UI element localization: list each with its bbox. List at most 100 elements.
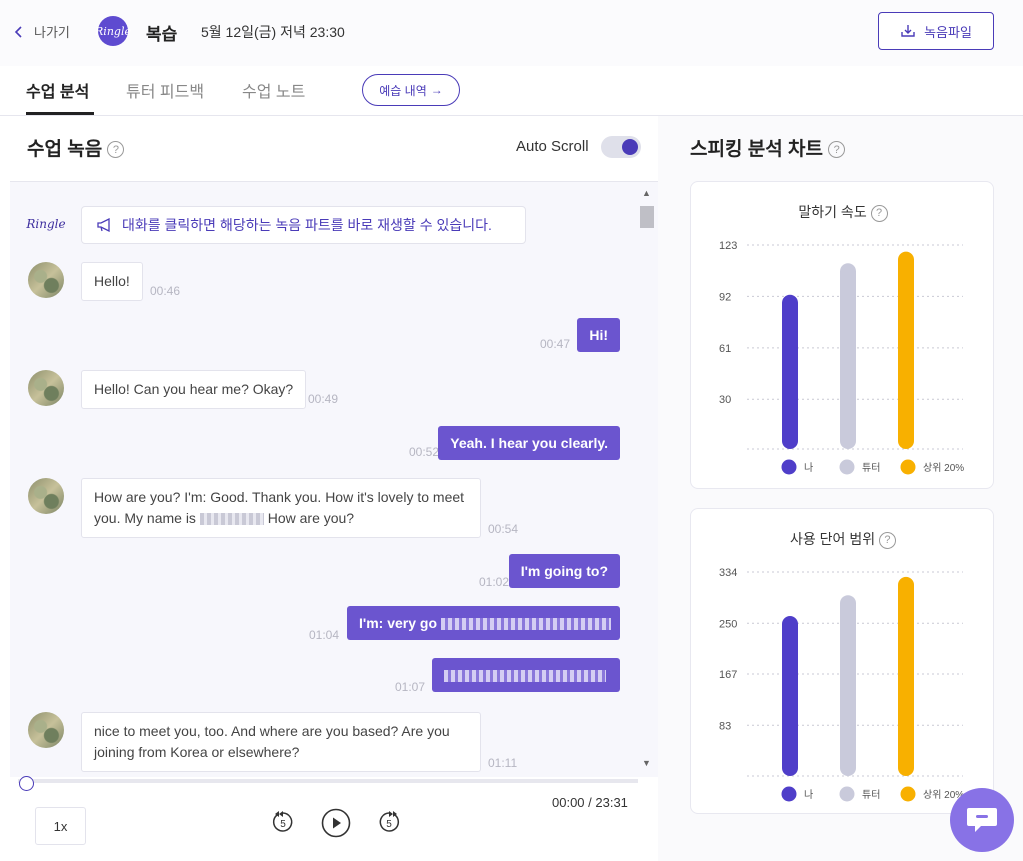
message-time: 00:47	[540, 337, 571, 351]
my-message[interactable]: I'm going to?	[508, 554, 620, 588]
tab-bar: 수업 분석 튜터 피드백 수업 노트 예습 내역 →	[0, 66, 1023, 116]
forward-icon: 5	[379, 811, 400, 832]
tab-lesson-analysis[interactable]: 수업 분석	[26, 78, 89, 102]
bar-3	[898, 576, 914, 776]
message-time: 01:11	[488, 756, 518, 770]
chevron-left-icon	[14, 25, 22, 38]
y-tick-label: 250	[719, 618, 737, 630]
my-message[interactable]	[432, 658, 620, 692]
recording-file-label: 녹음파일	[924, 24, 972, 40]
scroll-up-icon[interactable]: ▲	[642, 188, 651, 198]
play-button[interactable]	[320, 807, 352, 839]
my-message[interactable]: Hi!	[577, 318, 620, 352]
bar-2	[840, 595, 856, 776]
legend-marker	[781, 786, 797, 802]
legend-label: 나	[804, 462, 813, 474]
message-time: 01:02	[479, 575, 510, 589]
play-icon	[321, 808, 351, 838]
active-tab-indicator	[26, 112, 94, 115]
help-icon[interactable]: ?	[107, 141, 125, 159]
rewind-5-button[interactable]: 5	[268, 807, 298, 837]
tab-tutor-feedback[interactable]: 튜터 피드백	[126, 78, 204, 102]
legend-label: 튜터	[862, 462, 880, 474]
tutor-message[interactable]: nice to meet you, too. And where are you…	[81, 712, 481, 772]
forward-5-button[interactable]: 5	[374, 807, 404, 837]
chat-support-button[interactable]	[950, 788, 1014, 852]
tutor-message[interactable]: Hello!	[81, 262, 143, 301]
scroll-thumb[interactable]	[640, 206, 654, 228]
arrow-right-icon: →	[430, 83, 443, 97]
legend-label: 상위 20%	[923, 461, 964, 474]
vocabulary-range-chart: 사용 단어 범위 ? 83 167 250 334 나 튜터 상위 20%	[690, 508, 994, 814]
chart-svg: 83167250334나 튜터 상위 20%	[719, 567, 964, 802]
message-time: 00:49	[308, 392, 339, 406]
my-message[interactable]: I'm: very go	[347, 606, 620, 640]
speaking-analysis-panel: 스피킹 분석 차트 ? 말하기 속도 ? 30 61 92 123 나 튜터 상위 20% …	[658, 116, 1023, 861]
page-title: 복습	[146, 25, 178, 44]
rewind-icon: 5	[272, 811, 293, 832]
y-tick-label: 334	[719, 567, 737, 579]
redacted-name	[199, 513, 264, 526]
download-icon	[901, 25, 915, 37]
legend-label: 나	[804, 789, 813, 801]
audio-player: 00:00 / 23:31 1x 5 5	[10, 776, 658, 861]
my-message[interactable]: Yeah. I hear you clearly.	[438, 426, 620, 460]
y-tick-label: 83	[719, 720, 731, 732]
legend-marker	[839, 459, 855, 475]
back-button[interactable]: 나가기	[14, 22, 70, 41]
y-tick-label: 167	[719, 669, 737, 681]
logo-text: Ringle	[95, 24, 131, 38]
tutor-message[interactable]: How are you? I'm: Good. Thank you. How i…	[81, 478, 481, 538]
playback-speed-button[interactable]: 1x	[35, 807, 86, 845]
redacted-text	[444, 670, 606, 683]
tutor-avatar	[28, 370, 64, 406]
prep-history-button[interactable]: 예습 내역 →	[362, 74, 460, 106]
progress-bar[interactable]	[18, 776, 638, 791]
tutor-message[interactable]: Hello! Can you hear me? Okay?	[81, 370, 307, 409]
notice-text: 대화를 클릭하면 해당하는 녹음 파트를 바로 재생할 수 있습니다.	[122, 217, 492, 233]
speaking-speed-chart: 말하기 속도 ? 30 61 92 123 나 튜터 상위 20%	[690, 181, 994, 489]
recording-title-text: 수업 녹음	[27, 139, 103, 160]
prep-history-label: 예습 내역	[379, 83, 427, 98]
transcript-scrollbar[interactable]: ▲ ▼	[638, 186, 654, 774]
bar-3	[898, 251, 914, 449]
message-time: 00:52	[409, 445, 440, 459]
megaphone-icon	[97, 218, 110, 232]
analysis-title: 스피킹 분석 차트 ?	[690, 134, 846, 161]
scroll-down-icon[interactable]: ▼	[642, 758, 651, 768]
recording-panel: 수업 녹음 ? Auto Scroll Ringle 대화를 클릭하면 해당하는…	[10, 116, 658, 861]
recording-title: 수업 녹음 ?	[27, 134, 125, 161]
message-text: How are you?	[267, 510, 355, 526]
message-time: 00:46	[150, 284, 181, 298]
forward-seconds: 5	[386, 819, 392, 830]
y-tick-label: 123	[719, 240, 737, 252]
top-bar: 나가기 Ringle 복습 5월 12일(금) 저녁 23:30 녹음파일	[0, 0, 1023, 66]
bar-2	[840, 263, 856, 449]
legend-marker	[839, 786, 855, 802]
help-icon[interactable]: ?	[828, 141, 846, 159]
transcript-notice: 대화를 클릭하면 해당하는 녹음 파트를 바로 재생할 수 있습니다.	[81, 206, 526, 244]
recording-file-button[interactable]: 녹음파일	[878, 12, 994, 50]
playback-time: 00:00 / 23:31	[552, 795, 628, 810]
tab-lesson-notes[interactable]: 수업 노트	[242, 78, 305, 102]
tutor-avatar	[28, 262, 64, 298]
tutor-avatar	[28, 478, 64, 514]
y-tick-label: 61	[719, 343, 731, 355]
chat-bubble-icon	[967, 808, 997, 832]
toggle-knob	[622, 139, 638, 155]
redacted-text	[440, 618, 611, 631]
message-time: 00:54	[488, 522, 519, 536]
transcript-list[interactable]: Ringle 대화를 클릭하면 해당하는 녹음 파트를 바로 재생할 수 있습니…	[10, 182, 658, 777]
auto-scroll-label: Auto Scroll	[516, 138, 589, 155]
ringle-logo-icon: Ringle	[26, 217, 66, 231]
legend-marker	[900, 786, 916, 802]
chart-svg: 30 61 92 123 나 튜터 상위 20%	[719, 240, 964, 475]
recording-header: 수업 녹음 ? Auto Scroll	[10, 116, 658, 182]
progress-knob[interactable]	[19, 776, 34, 791]
back-label: 나가기	[34, 25, 70, 40]
auto-scroll-toggle[interactable]	[601, 136, 641, 158]
analysis-title-text: 스피킹 분석 차트	[690, 139, 823, 160]
legend-marker	[781, 459, 797, 475]
lesson-date: 5월 12일(금) 저녁 23:30	[201, 24, 345, 40]
rewind-seconds: 5	[280, 819, 286, 830]
